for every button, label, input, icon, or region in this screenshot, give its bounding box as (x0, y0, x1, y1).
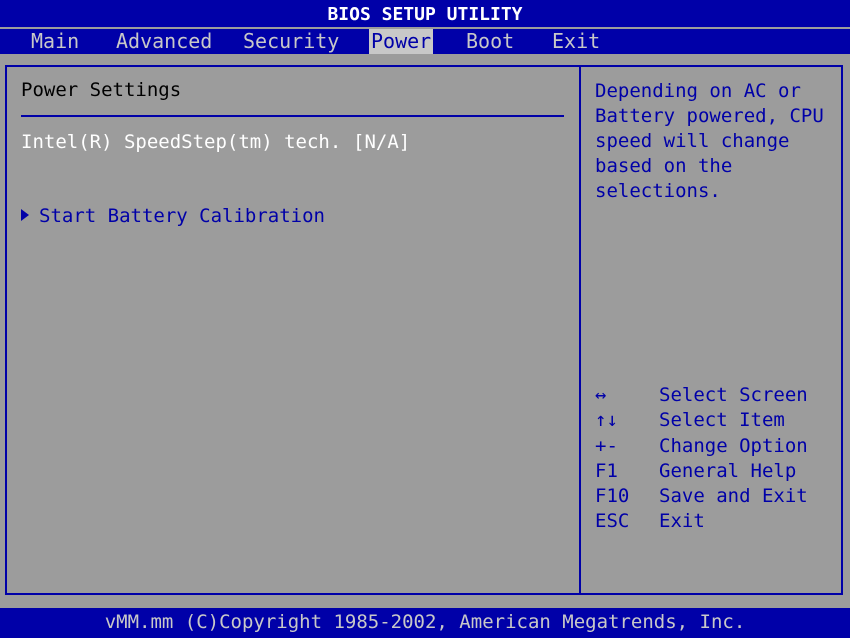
title-bar: BIOS SETUP UTILITY (0, 0, 850, 29)
plus-minus-key: +- (595, 434, 618, 457)
battery-calibration-label: Start Battery Calibration (39, 205, 325, 227)
section-divider (21, 115, 564, 117)
left-right-arrow-icon: ↔ (595, 384, 607, 406)
tab-advanced[interactable]: Advanced (116, 29, 212, 54)
section-title: Power Settings (21, 79, 182, 101)
f10-key: F10 (595, 485, 630, 508)
tab-exit[interactable]: Exit (552, 29, 600, 54)
speedstep-label: Intel(R) SpeedStep(tm) tech. (21, 131, 342, 153)
key-description: Save and Exit (659, 485, 808, 508)
help-line: based on the (595, 155, 733, 177)
help-text: Depending on AC or Battery powered, CPU … (595, 79, 835, 204)
copyright-text: vMM.mm (C)Copyright 1985-2002, American … (104, 611, 746, 633)
help-line: selections. (595, 180, 721, 202)
battery-calibration-item[interactable]: Start Battery Calibration (21, 205, 325, 227)
app-title: BIOS SETUP UTILITY (327, 4, 523, 25)
key-description: Change Option (659, 434, 808, 457)
menu-bar: Main Advanced Security Power Boot Exit (0, 29, 850, 54)
main-panel: Power Settings Intel(R) SpeedStep(tm) te… (5, 65, 843, 595)
tab-main[interactable]: Main (31, 29, 79, 54)
f1-key: F1 (595, 459, 618, 482)
tab-security[interactable]: Security (243, 29, 339, 54)
key-description: Select Screen (659, 384, 808, 406)
help-line: Depending on AC or (595, 80, 801, 102)
footer-bar: vMM.mm (C)Copyright 1985-2002, American … (0, 608, 850, 638)
help-line: Battery powered, CPU (595, 105, 824, 127)
panel-divider (579, 67, 581, 593)
esc-key: ESC (595, 510, 630, 533)
bios-screen: BIOS SETUP UTILITY Main Advanced Securit… (0, 0, 850, 638)
help-line: speed will change (595, 130, 790, 152)
up-down-arrow-icon: ↑↓ (595, 409, 618, 432)
speedstep-value[interactable]: [N/A] (353, 131, 410, 153)
key-description: General Help (659, 459, 797, 482)
tab-power[interactable]: Power (369, 29, 434, 54)
speedstep-row[interactable]: Intel(R) SpeedStep(tm) tech. (21, 131, 341, 153)
key-description: Exit (659, 510, 705, 533)
key-description: Select Item (659, 409, 785, 432)
tab-boot[interactable]: Boot (466, 29, 514, 54)
triangle-right-icon (21, 208, 29, 221)
